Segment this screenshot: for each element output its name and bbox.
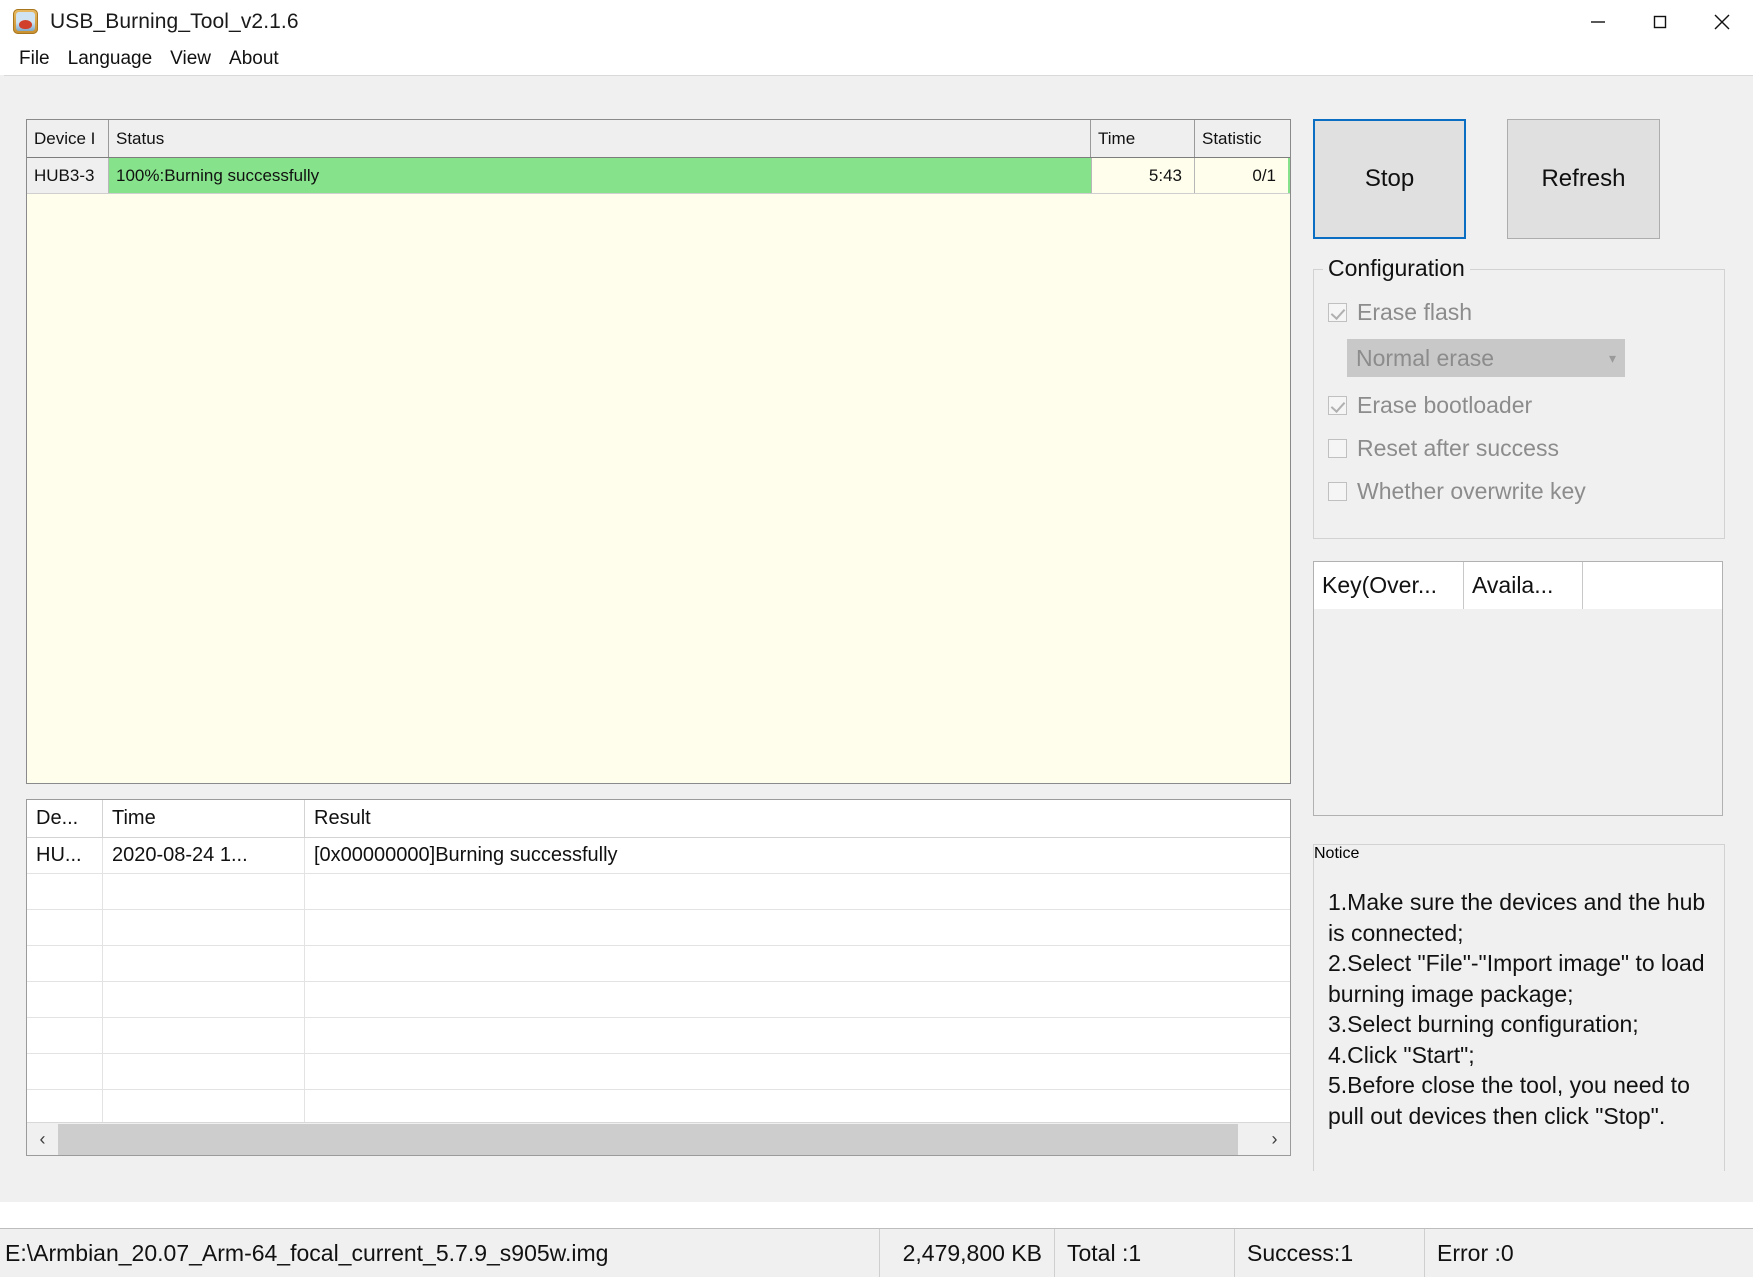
stop-button[interactable]: Stop [1313,119,1466,239]
menu-item-about[interactable]: About [220,46,288,72]
device-cell-status: 100%:Burning successfully [109,158,1091,193]
window-controls [1567,0,1753,43]
chevron-down-icon[interactable]: ▾ [1609,350,1616,367]
window-title: USB_Burning_Tool_v2.1.6 [50,10,299,34]
device-cell-device-id: HUB3-3 [27,158,109,193]
log-cell-device: HU... [27,838,103,873]
configuration-title: Configuration [1323,255,1470,282]
log-column-device[interactable]: De... [27,800,103,837]
checkbox-label-erase-flash: Erase flash [1357,299,1472,326]
title-bar: USB_Burning_Tool_v2.1.6 [0,0,1753,43]
close-icon[interactable] [1691,0,1753,43]
log-table-header: De... Time Result [27,800,1290,838]
status-bar: E:\Armbian_20.07_Arm-64_focal_current_5.… [0,1228,1753,1277]
status-image-size: 2,479,800 KB [880,1229,1055,1277]
log-empty-row [27,874,1290,910]
checkbox-unchecked-icon[interactable] [1328,482,1347,501]
device-column-device-id[interactable]: Device I [27,120,109,157]
action-button-row: Stop Refresh [1313,119,1725,239]
checkbox-erase-bootloader[interactable]: Erase bootloader [1328,389,1724,421]
checkbox-reset-after-success[interactable]: Reset after success [1328,432,1724,464]
checkbox-label-reset-after-success: Reset after success [1357,435,1559,462]
menu-item-file[interactable]: File [10,46,59,72]
log-column-time[interactable]: Time [103,800,305,837]
chevron-left-icon[interactable]: ‹ [27,1124,58,1155]
log-list-table[interactable]: De... Time Result HU... 2020-08-24 1... … [26,799,1291,1156]
key-column-key[interactable]: Key(Over... [1314,562,1464,609]
key-table-header: Key(Over... Availa... [1314,562,1722,609]
checkbox-unchecked-icon[interactable] [1328,439,1347,458]
menu-bar: File Language View About [0,43,1753,75]
notice-group: Notice 1.Make sure the devices and the h… [1313,844,1725,1171]
log-empty-row [27,1054,1290,1090]
log-empty-row [27,946,1290,982]
client-area: Device I Status Time Statistic HUB3-3 10… [0,75,1753,1202]
erase-mode-select[interactable]: Normal erase ▾ [1347,339,1625,377]
menu-item-language[interactable]: Language [59,46,162,72]
log-empty-row [27,910,1290,946]
right-panel: Stop Refresh Configuration Erase flash N… [1313,119,1725,1171]
left-edge-filler [0,75,4,1202]
status-image-path: E:\Armbian_20.07_Arm-64_focal_current_5.… [0,1229,880,1277]
device-column-statistic[interactable]: Statistic [1195,120,1288,157]
device-table-header: Device I Status Time Statistic [27,120,1290,158]
chevron-right-icon[interactable]: › [1259,1124,1290,1155]
device-cell-statistic: 0/1 [1195,158,1288,193]
log-horizontal-scrollbar[interactable]: ‹ › [27,1122,1290,1155]
menu-item-view[interactable]: View [161,46,220,72]
configuration-group: Configuration Erase flash Normal erase ▾… [1313,269,1725,539]
key-table[interactable]: Key(Over... Availa... [1313,561,1723,816]
status-total-count: Total :1 [1055,1229,1235,1277]
key-column-available[interactable]: Availa... [1464,562,1583,609]
table-row[interactable]: HUB3-3 100%:Burning successfully 5:43 0/… [27,158,1290,194]
minimize-icon[interactable] [1567,0,1629,43]
log-cell-time: 2020-08-24 1... [103,838,305,873]
scrollbar-track[interactable] [58,1124,1259,1155]
table-row[interactable]: HU... 2020-08-24 1... [0x00000000]Burnin… [27,838,1290,874]
checkbox-whether-overwrite-key[interactable]: Whether overwrite key [1328,475,1724,507]
device-column-status[interactable]: Status [109,120,1091,157]
device-cell-time: 5:43 [1091,158,1195,193]
app-flame-icon [13,9,38,34]
erase-mode-value: Normal erase [1356,345,1494,372]
checkbox-checked-icon[interactable] [1328,396,1347,415]
key-column-blank[interactable] [1583,562,1722,609]
checkbox-label-erase-bootloader: Erase bootloader [1357,392,1532,419]
device-column-time[interactable]: Time [1091,120,1195,157]
notice-text: 1.Make sure the devices and the hub is c… [1314,863,1724,1131]
checkbox-checked-icon[interactable] [1328,303,1347,322]
log-empty-row [27,1090,1290,1126]
status-success-count: Success:1 [1235,1229,1425,1277]
notice-title: Notice [1314,845,1724,863]
log-empty-row [27,982,1290,1018]
maximize-icon[interactable] [1629,0,1691,43]
checkbox-label-whether-overwrite-key: Whether overwrite key [1357,478,1586,505]
log-empty-row [27,1018,1290,1054]
log-column-result[interactable]: Result [305,800,1288,837]
log-cell-result: [0x00000000]Burning successfully [305,838,1288,873]
checkbox-erase-flash[interactable]: Erase flash [1328,296,1724,328]
refresh-button[interactable]: Refresh [1507,119,1660,239]
scrollbar-thumb[interactable] [58,1124,1238,1155]
status-error-count: Error :0 [1425,1229,1605,1277]
device-list-table[interactable]: Device I Status Time Statistic HUB3-3 10… [26,119,1291,784]
